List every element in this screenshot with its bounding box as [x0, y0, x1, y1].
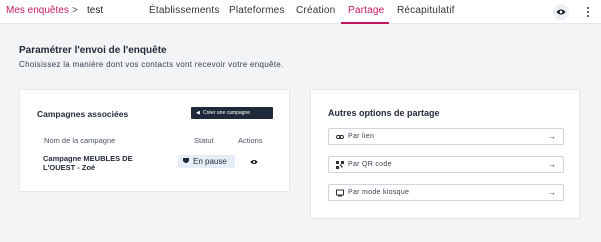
- column-header-actions: Actions: [238, 136, 263, 145]
- share-by-qr-label: Par QR code: [348, 161, 392, 168]
- share-by-kiosk-label: Par mode kiosque: [348, 189, 410, 196]
- tab-plateformes[interactable]: Plateformes: [229, 5, 285, 16]
- breadcrumb-current: test: [87, 5, 104, 16]
- kebab-menu-icon[interactable]: [584, 5, 592, 19]
- tab-etablissements[interactable]: Établissements: [149, 5, 220, 16]
- tab-recapitulatif[interactable]: Récapitulatif: [397, 5, 455, 16]
- active-tab-indicator: [341, 22, 389, 24]
- preview-button[interactable]: [553, 4, 569, 20]
- column-header-status: Statut: [194, 136, 214, 145]
- page-subtitle: Choisissez la manière dont vos contacts …: [19, 60, 284, 69]
- top-bar: Mes enquêtes > test Établissements Plate…: [0, 0, 601, 24]
- link-icon: [336, 135, 344, 139]
- megaphone-icon: ◀: [196, 110, 200, 116]
- tab-partage[interactable]: Partage: [348, 5, 384, 16]
- share-by-link-button[interactable]: Par lien →: [328, 128, 564, 145]
- breadcrumb-parent-link[interactable]: Mes enquêtes: [6, 5, 69, 16]
- campaigns-title: Campagnes associées: [37, 109, 129, 119]
- eye-icon: [556, 9, 566, 15]
- kiosk-icon: [336, 189, 344, 197]
- share-by-link-label: Par lien: [348, 133, 375, 140]
- campaigns-card: Campagnes associées ◀ Créer une campagne…: [19, 89, 290, 192]
- page-title: Paramétrer l'envoi de l'enquête: [19, 45, 167, 56]
- view-campaign-eye-icon[interactable]: [250, 159, 258, 165]
- share-by-qr-button[interactable]: Par QR code →: [328, 156, 564, 173]
- column-header-name: Nom de la campagne: [44, 136, 116, 145]
- share-by-kiosk-button[interactable]: Par mode kiosque →: [328, 184, 564, 201]
- status-badge: En pause: [178, 155, 235, 168]
- share-options-title: Autres options de partage: [328, 108, 440, 118]
- arrow-right-icon: →: [548, 188, 556, 197]
- arrow-right-icon: →: [548, 160, 556, 169]
- create-campaign-button[interactable]: ◀ Créer une campagne: [191, 107, 273, 119]
- status-label: En pause: [193, 157, 227, 166]
- pause-status-icon: [183, 158, 189, 163]
- campaign-name: Campagne MEUBLES DE L'OUEST - Zoé: [43, 154, 133, 172]
- tab-creation[interactable]: Création: [296, 5, 335, 16]
- share-options-card: Autres options de partage Par lien → Par…: [310, 89, 580, 219]
- create-campaign-label: Créer une campagne: [203, 110, 250, 116]
- breadcrumb-separator: >: [72, 5, 78, 16]
- qr-code-icon: [336, 161, 344, 169]
- arrow-right-icon: →: [548, 132, 556, 141]
